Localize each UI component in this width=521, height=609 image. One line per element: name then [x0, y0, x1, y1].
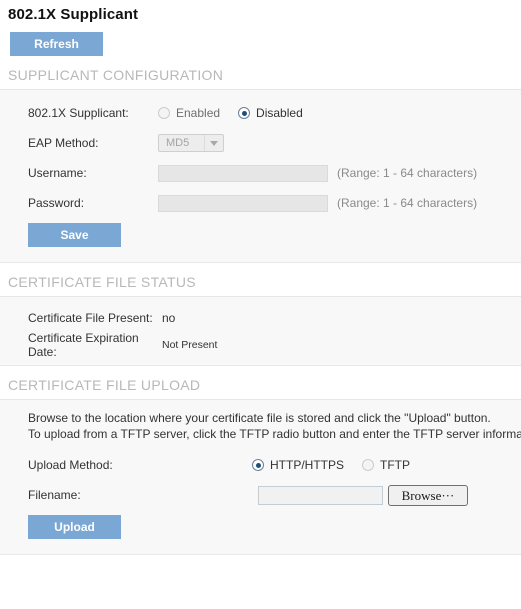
radio-supplicant-disabled[interactable]: Disabled — [238, 106, 303, 120]
status-row-certificate-file-present: Certificate File Present: no — [0, 305, 521, 331]
refresh-button[interactable]: Refresh — [10, 32, 103, 56]
row-username: Username: (Range: 1 - 64 characters) — [0, 158, 521, 188]
chevron-down-icon — [204, 135, 223, 151]
row-upload-method: Upload Method: HTTP/HTTPS TFTP — [0, 450, 521, 480]
upload-instructions-line-2: To upload from a TFTP server, click the … — [28, 427, 521, 441]
radio-upload-method-http[interactable]: HTTP/HTTPS — [252, 458, 344, 472]
upload-button[interactable]: Upload — [28, 515, 121, 539]
certificate-file-status-panel: Certificate File Present: no Certificate… — [0, 297, 521, 366]
certificate-file-upload-panel: Browse to the location where your certif… — [0, 400, 521, 555]
label-certificate-file-present: Certificate File Present: — [28, 311, 153, 325]
browse-button[interactable]: Browse··· — [388, 484, 468, 506]
label-username: Username: — [28, 166, 87, 180]
label-8021x-supplicant: 802.1X Supplicant: — [28, 106, 129, 120]
row-password: Password: (Range: 1 - 64 characters) — [0, 188, 521, 218]
password-range-hint: (Range: 1 - 64 characters) — [337, 196, 478, 210]
label-certificate-expiration-date: Certificate Expiration Date: — [28, 331, 139, 359]
username-range-hint: (Range: 1 - 64 characters) — [337, 166, 478, 180]
row-filename: Filename: Browse··· — [0, 480, 521, 510]
row-8021x-supplicant: 802.1X Supplicant: Enabled Disabled — [0, 98, 521, 128]
eap-method-selected-value: MD5 — [166, 137, 190, 149]
label-password: Password: — [28, 196, 85, 210]
upload-actions: Upload — [0, 510, 521, 548]
value-certificate-file-present: no — [162, 311, 176, 325]
radio-upload-method-tftp[interactable]: TFTP — [362, 458, 410, 472]
radio-unselected-icon — [362, 459, 374, 471]
radio-group-supplicant-state: Enabled Disabled — [158, 106, 321, 120]
filename-input[interactable] — [258, 485, 383, 505]
radio-upload-method-tftp-label: TFTP — [380, 458, 410, 472]
upload-instructions: Browse to the location where your certif… — [0, 400, 521, 444]
section-header-supplicant-configuration: SUPPLICANT CONFIGURATION — [0, 56, 521, 90]
section-header-certificate-file-upload: CERTIFICATE FILE UPLOAD — [0, 366, 521, 400]
eap-method-select[interactable]: MD5 — [158, 134, 224, 152]
supplicant-actions: Save — [0, 218, 521, 256]
supplicant-configuration-panel: 802.1X Supplicant: Enabled Disabled EAP … — [0, 90, 521, 263]
radio-selected-icon — [238, 107, 251, 119]
radio-selected-icon — [252, 459, 264, 471]
radio-supplicant-enabled[interactable]: Enabled — [158, 106, 220, 120]
radio-supplicant-enabled-label: Enabled — [176, 106, 221, 120]
label-eap-method: EAP Method: — [28, 136, 99, 150]
status-row-certificate-expiration-date: Certificate Expiration Date: Not Present — [0, 331, 521, 359]
section-header-certificate-file-status: CERTIFICATE FILE STATUS — [0, 263, 521, 297]
save-button[interactable]: Save — [28, 223, 121, 247]
upload-instructions-line-1: Browse to the location where your certif… — [28, 411, 491, 425]
page-title: 802.1X Supplicant — [8, 6, 139, 23]
username-input[interactable] — [158, 164, 328, 182]
radio-group-upload-method: HTTP/HTTPS TFTP — [252, 458, 428, 472]
radio-unselected-icon — [158, 107, 170, 119]
label-filename: Filename: — [28, 488, 81, 502]
toolbar: Refresh — [0, 23, 521, 56]
radio-upload-method-http-label: HTTP/HTTPS — [270, 458, 344, 472]
label-upload-method: Upload Method: — [28, 458, 113, 472]
row-eap-method: EAP Method: MD5 — [0, 128, 521, 158]
password-input[interactable] — [158, 194, 328, 212]
radio-supplicant-disabled-label: Disabled — [256, 106, 303, 120]
value-certificate-expiration-date: Not Present — [162, 339, 218, 351]
